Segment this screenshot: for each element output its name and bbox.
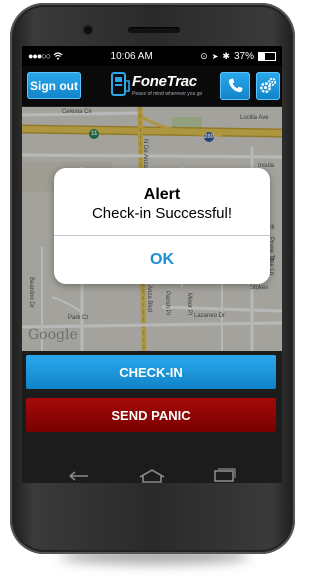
alert-dialog: Alert Check-in Successful! OK xyxy=(54,168,270,284)
location-arrow-icon: ➤ xyxy=(211,51,219,61)
wifi-icon xyxy=(53,52,63,60)
fonetrac-logo: FoneTrac Peace of mind wherever you go xyxy=(110,71,210,101)
front-camera xyxy=(84,26,92,34)
system-nav-bar xyxy=(22,458,282,494)
fonetrac-logo-mark-icon xyxy=(111,72,130,96)
send-panic-button[interactable]: SEND PANIC xyxy=(26,398,276,432)
alert-title: Alert xyxy=(143,186,181,203)
phone-screen: ●●●○○ 10:06 AM ⊙ ➤ ✱ 37% Sign out FoneTr… xyxy=(22,46,282,483)
sign-out-button[interactable]: Sign out xyxy=(27,72,81,99)
bluetooth-icon: ✱ xyxy=(222,50,230,61)
recent-apps-icon[interactable] xyxy=(210,466,240,486)
battery-fill xyxy=(258,52,265,60)
gear-icon xyxy=(260,77,277,94)
back-icon[interactable] xyxy=(64,466,94,486)
signal-strength-icon: ●●●○○ xyxy=(28,51,51,61)
brand-name: FoneTrac xyxy=(132,73,197,90)
orientation-lock-icon: ⊙ xyxy=(200,50,208,61)
call-button[interactable] xyxy=(220,72,250,100)
phone-icon xyxy=(228,78,243,93)
phone-frame: ●●●○○ 10:06 AM ⊙ ➤ ✱ 37% Sign out FoneTr… xyxy=(10,3,295,554)
brand-tagline: Peace of mind wherever you go xyxy=(132,91,203,97)
battery-icon xyxy=(257,51,276,61)
check-in-button[interactable]: CHECK-IN xyxy=(26,355,276,389)
home-icon[interactable] xyxy=(137,466,167,486)
battery-percent: 37% xyxy=(233,50,254,62)
app-header: Sign out FoneTrac Peace of mind wherever… xyxy=(22,66,282,107)
status-bar: ●●●○○ 10:06 AM ⊙ ➤ ✱ 37% xyxy=(22,46,282,66)
settings-button[interactable] xyxy=(256,72,280,100)
alert-message: Check-in Successful! xyxy=(91,205,233,222)
status-time: 10:06 AM xyxy=(110,50,153,62)
alert-ok-button[interactable]: OK xyxy=(54,236,270,284)
earpiece-speaker xyxy=(128,27,180,33)
